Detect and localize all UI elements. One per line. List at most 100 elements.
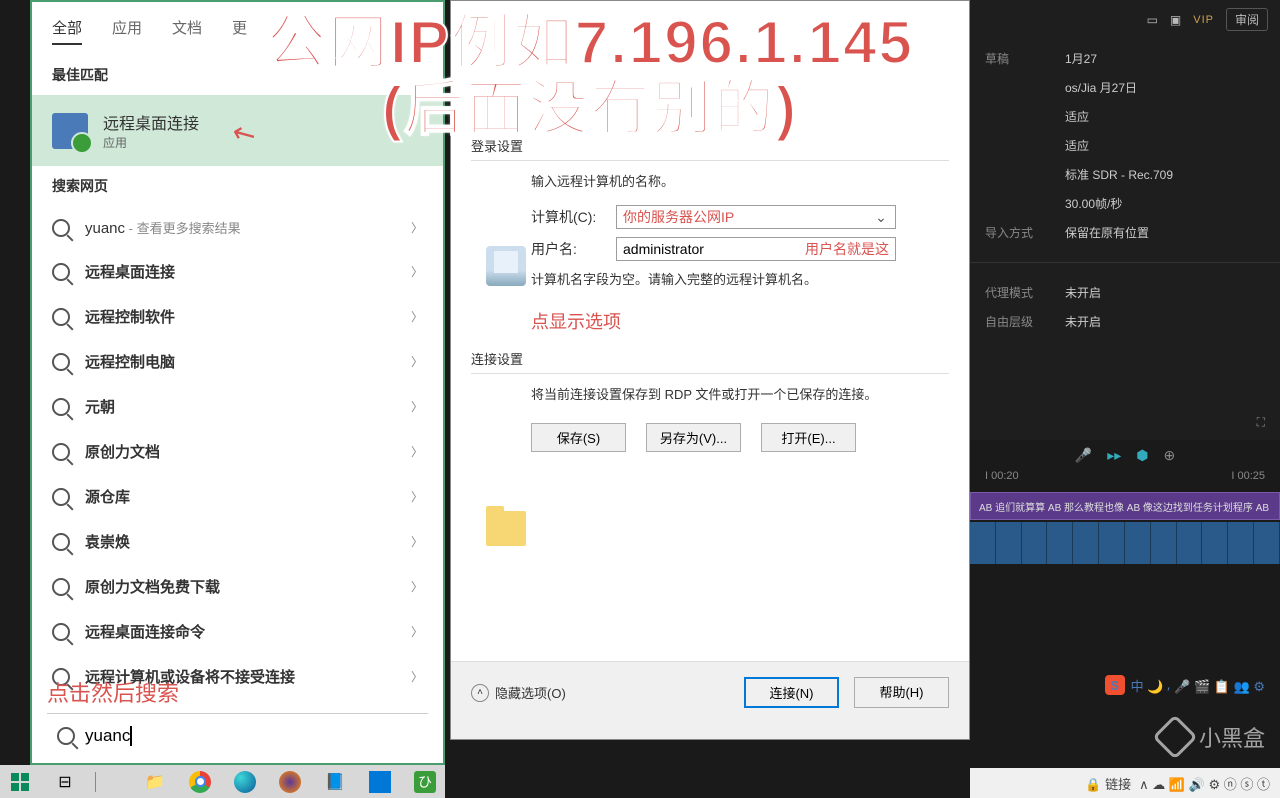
- taskbar-divider: [95, 772, 125, 792]
- info-row: 适应: [985, 102, 1265, 131]
- panel-icon[interactable]: ▣: [1170, 13, 1181, 27]
- watermark: 小黑盒: [1159, 721, 1265, 753]
- chevron-right-icon: 〉: [411, 488, 423, 505]
- chevron-right-icon: 〉: [411, 353, 423, 370]
- video-track[interactable]: [970, 522, 1280, 564]
- help-button[interactable]: 帮助(H): [854, 677, 949, 708]
- search-result-item[interactable]: 源仓库 〉: [32, 474, 443, 519]
- heybox-logo-icon: [1152, 714, 1197, 759]
- search-result-item[interactable]: 远程桌面连接 〉: [32, 249, 443, 294]
- review-button[interactable]: 审阅: [1226, 8, 1268, 31]
- username-annotation: 用户名就是这: [805, 239, 889, 259]
- info-row: 代理模式未开启: [985, 278, 1265, 307]
- annotation-search-hint: 点击然后搜索: [47, 676, 179, 708]
- info-row: 适应: [985, 131, 1265, 160]
- tray-icons[interactable]: ∧ ☁ 📶 🔊 ⚙ ⓝ ⓢ ⓣ: [1139, 774, 1270, 793]
- login-prompt: 输入远程计算机的名称。: [531, 171, 949, 190]
- search-icon: [52, 623, 70, 641]
- taskbar-right-tray: 🔒 链接 ∧ ☁ 📶 🔊 ⚙ ⓝ ⓢ ⓣ: [970, 768, 1280, 798]
- audio-controls: 🎤 ▸▸ ⬢ ⊕: [970, 440, 1280, 470]
- start-button[interactable]: [5, 769, 35, 794]
- chevron-right-icon: 〉: [411, 623, 423, 640]
- hide-options-link[interactable]: ˄ 隐藏选项(O): [471, 683, 566, 702]
- text-track[interactable]: AB 追们就算算 AB 那么教程也像 AB 像这边找到任务计划程序 AB: [970, 492, 1280, 520]
- explorer-icon[interactable]: 📁: [140, 769, 170, 794]
- app-icon[interactable]: 📘: [320, 769, 350, 794]
- chevron-right-icon: 〉: [411, 263, 423, 280]
- taskbar-left: ⊟ 📁 📘 ひ: [0, 765, 445, 798]
- chevron-right-icon: 〉: [411, 668, 423, 685]
- info-row: 草稿1月27: [985, 44, 1265, 73]
- search-result-item[interactable]: 远程控制软件 〉: [32, 294, 443, 339]
- connection-description: 将当前连接设置保存到 RDP 文件或打开一个已保存的连接。: [531, 384, 949, 403]
- text-cursor: [130, 726, 132, 746]
- search-icon: [52, 533, 70, 551]
- rdp-app-icon: [52, 113, 88, 149]
- search-icon: [52, 578, 70, 596]
- info-row: 自由层级未开启: [985, 307, 1265, 336]
- vscode-icon[interactable]: [365, 769, 395, 794]
- folder-icon: [486, 511, 526, 546]
- chevron-right-icon: 〉: [411, 533, 423, 550]
- computer-label: 计算机(C):: [531, 207, 606, 227]
- task-view-icon[interactable]: ⊟: [50, 769, 80, 794]
- search-icon: [52, 398, 70, 416]
- username-input[interactable]: administrator 用户名就是这: [616, 237, 896, 261]
- search-result-item[interactable]: 原创力文档免费下载 〉: [32, 564, 443, 609]
- ime-toolbar[interactable]: S 中 🌙 ⸴ 🎤 🎬 📋 👥 ⚙: [1105, 675, 1265, 695]
- tab-docs[interactable]: 文档: [172, 12, 202, 45]
- username-value: administrator: [623, 241, 805, 257]
- empty-computer-note: 计算机名字段为空。请输入完整的远程计算机名。: [531, 269, 949, 288]
- control-icon[interactable]: ⊕: [1164, 447, 1176, 464]
- search-result-item[interactable]: 远程控制电脑 〉: [32, 339, 443, 384]
- ime-buttons[interactable]: 中 🌙 ⸴ 🎤 🎬 📋 👥 ⚙: [1131, 676, 1265, 695]
- app-icon-green[interactable]: ひ: [410, 769, 440, 794]
- video-editor-panel: ▭ ▣ VIP 审阅 草稿1月27os/Jia 月27日适应适应标准 SDR -…: [970, 0, 1280, 440]
- computer-icon: [486, 246, 526, 286]
- chevron-up-icon: ˄: [471, 684, 489, 702]
- control-icon[interactable]: ▸▸: [1107, 447, 1121, 464]
- search-result-item[interactable]: 远程桌面连接命令 〉: [32, 609, 443, 654]
- chevron-down-icon[interactable]: ⌄: [873, 209, 889, 226]
- edge-icon[interactable]: [230, 769, 260, 794]
- mic-icon[interactable]: 🎤: [1075, 447, 1092, 464]
- search-input-box[interactable]: yuanc: [47, 713, 428, 758]
- search-result-item[interactable]: 元朝 〉: [32, 384, 443, 429]
- tab-apps[interactable]: 应用: [112, 12, 142, 45]
- sogou-logo-icon: S: [1105, 675, 1125, 695]
- control-icon[interactable]: ⬢: [1136, 447, 1148, 464]
- search-icon: [57, 727, 75, 745]
- panel-icon[interactable]: ▭: [1147, 13, 1158, 27]
- firefox-icon[interactable]: [275, 769, 305, 794]
- search-query-text: yuanc: [85, 726, 130, 746]
- best-match-title: 远程桌面连接: [103, 110, 199, 134]
- chevron-right-icon: 〉: [411, 443, 423, 460]
- search-icon: [52, 443, 70, 461]
- best-match-subtitle: 应用: [103, 134, 199, 151]
- search-result-item[interactable]: 袁崇焕 〉: [32, 519, 443, 564]
- chevron-right-icon: 〉: [411, 398, 423, 415]
- info-row: os/Jia 月27日: [985, 73, 1265, 102]
- tab-all[interactable]: 全部: [52, 12, 82, 45]
- open-button[interactable]: 打开(E)...: [761, 423, 856, 452]
- annotation-show-options: 点显示选项: [531, 308, 949, 334]
- annotation-big-text: 公网IP例如7.196.1.145 (后面没有别的): [200, 10, 980, 142]
- connect-button[interactable]: 连接(N): [744, 677, 839, 708]
- info-row: 标准 SDR - Rec.709: [985, 160, 1265, 189]
- username-label: 用户名:: [531, 239, 606, 259]
- chevron-right-icon: 〉: [411, 219, 423, 236]
- chevron-right-icon: 〉: [411, 308, 423, 325]
- chrome-icon[interactable]: [185, 769, 215, 794]
- timeline-tracks[interactable]: AB 追们就算算 AB 那么教程也像 AB 像这边找到任务计划程序 AB: [970, 490, 1280, 566]
- search-icon: [52, 308, 70, 326]
- save-as-button[interactable]: 另存为(V)...: [646, 423, 741, 452]
- search-icon: [52, 263, 70, 281]
- computer-combobox[interactable]: 你的服务器公网IP ⌄: [616, 205, 896, 229]
- search-result-item[interactable]: yuanc - 查看更多搜索结果 〉: [32, 206, 443, 249]
- expand-icon[interactable]: ⛶: [1257, 415, 1265, 430]
- search-icon: [52, 353, 70, 371]
- save-button[interactable]: 保存(S): [531, 423, 626, 452]
- info-row: 30.00帧/秒: [985, 189, 1265, 218]
- search-result-item[interactable]: 原创力文档 〉: [32, 429, 443, 474]
- tray-link[interactable]: 🔒 链接: [1085, 774, 1131, 793]
